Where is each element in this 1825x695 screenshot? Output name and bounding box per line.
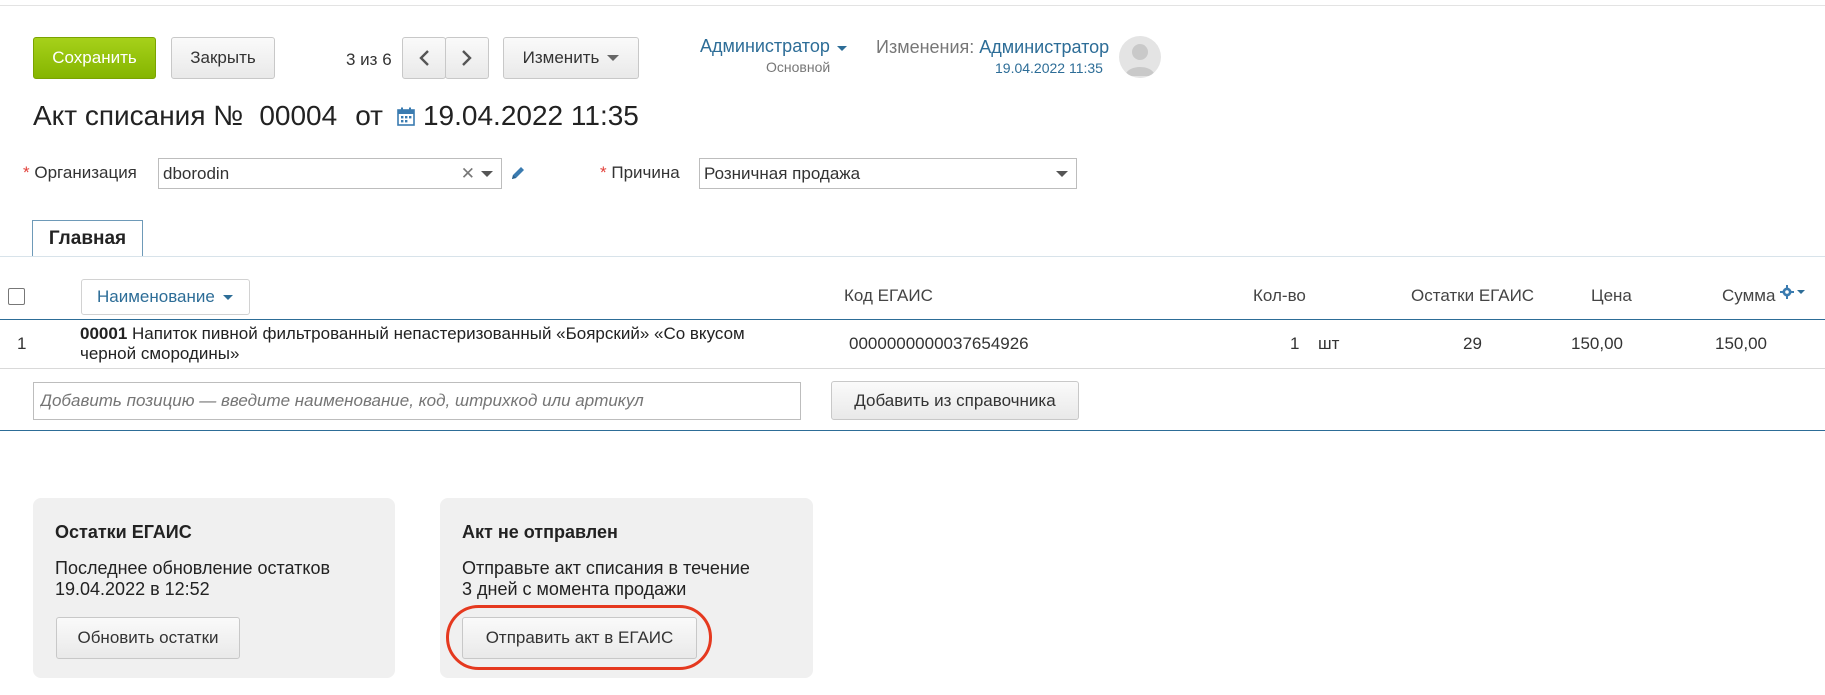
table-row[interactable]: 1 00001 Напиток пивной фильтрованный неп… bbox=[0, 320, 1825, 368]
act-card-text: Отправьте акт списания в течение 3 дней … bbox=[462, 558, 782, 600]
top-divider bbox=[0, 5, 1825, 6]
qty-header: Кол-во bbox=[1253, 286, 1306, 305]
update-rests-button[interactable]: Обновить остатки bbox=[56, 617, 240, 659]
document-number[interactable]: 00004 bbox=[259, 100, 337, 132]
edit-pencil-icon[interactable] bbox=[509, 164, 527, 182]
rests-text-line1: Последнее обновление остатков bbox=[55, 558, 331, 578]
user-name: Администратор bbox=[700, 36, 830, 56]
change-dropdown-button[interactable]: Изменить bbox=[503, 37, 639, 79]
select-all-checkbox[interactable] bbox=[8, 288, 25, 305]
required-mark: * bbox=[23, 163, 30, 182]
act-text-line2: 3 дней с момента продажи bbox=[462, 579, 687, 599]
act-text-line1: Отправьте акт списания в течение bbox=[462, 558, 750, 578]
row-divider bbox=[0, 368, 1825, 369]
dropdown-arrow-icon[interactable] bbox=[481, 170, 493, 177]
title-prefix: Акт списания № bbox=[33, 100, 244, 131]
calendar-icon[interactable] bbox=[397, 107, 415, 126]
row-name-text: Напиток пивной фильтрованный непастеризо… bbox=[80, 324, 745, 363]
chevron-right-icon bbox=[462, 50, 472, 66]
next-button[interactable] bbox=[445, 37, 489, 79]
row-price[interactable]: 150,00 bbox=[1571, 334, 1623, 354]
close-button[interactable]: Закрыть bbox=[171, 37, 275, 79]
chevron-down-icon bbox=[836, 46, 847, 51]
row-egais-rest: 29 bbox=[1463, 334, 1482, 353]
column-settings-button[interactable] bbox=[1780, 285, 1805, 299]
row-sum: 150,00 bbox=[1715, 334, 1767, 353]
changes-date: 19.04.2022 11:35 bbox=[995, 60, 1103, 76]
reason-label-text: Причина bbox=[611, 163, 680, 182]
row-name[interactable]: 00001 Напиток пивной фильтрованный непас… bbox=[80, 324, 805, 364]
dropdown-arrow-icon[interactable] bbox=[1056, 170, 1068, 177]
rests-card-text: Последнее обновление остатков 19.04.2022… bbox=[55, 558, 375, 600]
highlight-circle bbox=[446, 605, 712, 670]
pager-label: 3 из 6 bbox=[346, 50, 392, 69]
reason-value: Розничная продажа bbox=[704, 163, 861, 183]
row-qty[interactable]: 1 bbox=[1290, 334, 1299, 354]
name-header: Наименование bbox=[97, 287, 215, 306]
add-from-catalog-button[interactable]: Добавить из справочника bbox=[831, 381, 1079, 420]
changes-label: Изменения: bbox=[876, 37, 975, 57]
chevron-down-icon bbox=[222, 294, 233, 300]
user-avatar-icon bbox=[1125, 44, 1155, 76]
prev-button[interactable] bbox=[402, 37, 446, 79]
tab-main[interactable]: Главная bbox=[32, 220, 143, 256]
tab-divider bbox=[0, 256, 1825, 257]
user-role: Основной bbox=[766, 59, 831, 75]
table-bottom-divider bbox=[0, 430, 1825, 431]
act-status-card: Акт не отправлен Отправьте акт списания … bbox=[440, 498, 813, 678]
sort-name-button[interactable]: Наименование bbox=[81, 279, 250, 315]
changes-info: Изменения: Администратор bbox=[876, 37, 1109, 58]
org-label: * Организация bbox=[23, 163, 137, 183]
reason-label: * Причина bbox=[600, 163, 680, 183]
page-title: Акт списания № 00004 от 19.04.2022 11:35 bbox=[33, 100, 639, 132]
egais-rests-card: Остатки ЕГАИС Последнее обновление остат… bbox=[33, 498, 395, 678]
change-label: Изменить bbox=[522, 48, 600, 67]
avatar[interactable] bbox=[1119, 36, 1161, 78]
egais-code-header: Код ЕГАИС bbox=[844, 286, 933, 305]
save-button[interactable]: Сохранить bbox=[33, 37, 156, 79]
required-mark: * bbox=[600, 163, 607, 182]
row-code: 00001 bbox=[80, 324, 128, 343]
clear-icon[interactable]: ✕ bbox=[461, 164, 475, 184]
act-card-title: Акт не отправлен bbox=[462, 522, 618, 542]
chevron-left-icon bbox=[419, 50, 429, 66]
sum-header: Сумма bbox=[1722, 286, 1776, 305]
org-label-text: Организация bbox=[34, 163, 137, 182]
title-from: от bbox=[355, 100, 383, 131]
row-unit: шт bbox=[1318, 334, 1340, 353]
reason-select[interactable]: Розничная продажа bbox=[699, 158, 1077, 189]
org-field[interactable]: dborodin ✕ bbox=[158, 158, 502, 189]
document-date[interactable]: 19.04.2022 11:35 bbox=[423, 100, 639, 132]
chevron-down-icon bbox=[1797, 290, 1805, 294]
add-position-input[interactable] bbox=[33, 382, 801, 420]
changes-user-link[interactable]: Администратор bbox=[979, 37, 1109, 57]
user-menu[interactable]: Администратор bbox=[700, 36, 847, 57]
org-value: dborodin bbox=[163, 163, 230, 183]
chevron-down-icon bbox=[607, 55, 620, 61]
row-index: 1 bbox=[17, 334, 27, 353]
price-header: Цена bbox=[1591, 286, 1632, 305]
row-egais-code: 0000000000037654926 bbox=[849, 334, 1029, 353]
rests-card-title: Остатки ЕГАИС bbox=[55, 522, 192, 542]
egais-rest-header: Остатки ЕГАИС bbox=[1411, 286, 1535, 305]
rests-text-line2: 19.04.2022 в 12:52 bbox=[55, 579, 210, 599]
gear-icon bbox=[1780, 285, 1794, 299]
